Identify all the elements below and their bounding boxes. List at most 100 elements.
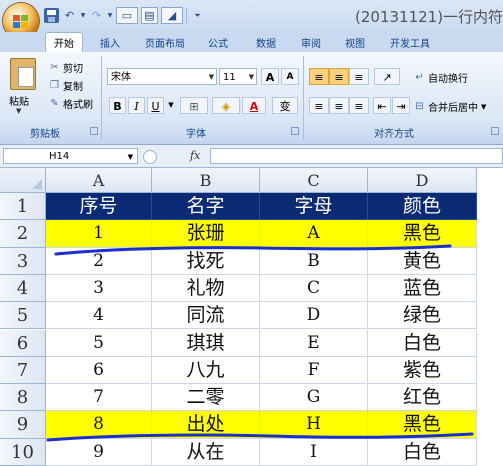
cell-d10[interactable]: 白色 — [368, 438, 477, 466]
cell-a9[interactable]: 8 — [46, 411, 152, 439]
cell-c1[interactable]: 字母 — [260, 193, 368, 221]
cell-d7[interactable]: 紫色 — [368, 356, 477, 385]
tab-home[interactable]: 开始 — [45, 32, 83, 52]
format-painter-button[interactable]: ✎ 格式刷 — [49, 96, 93, 111]
font-launcher-icon[interactable] — [291, 127, 299, 135]
name-box[interactable]: H14 ▼ — [3, 148, 138, 164]
tab-view[interactable]: 视图 — [345, 35, 365, 50]
decrease-indent-button[interactable]: ⇤ — [373, 97, 391, 114]
column-header-c[interactable]: C — [260, 168, 368, 193]
save-icon[interactable] — [44, 8, 59, 23]
cut-button[interactable]: ✂ 剪切 — [49, 60, 83, 75]
row-header-2[interactable]: 2 — [0, 220, 46, 248]
row-header-8[interactable]: 8 — [0, 384, 46, 412]
customize-dropdown-icon[interactable]: ⏷ — [190, 8, 205, 23]
cell-b7[interactable]: 八九 — [152, 356, 260, 385]
align-top-button[interactable]: ≡ — [309, 68, 329, 85]
wrap-text-button[interactable]: ↵ 自动换行 — [414, 70, 468, 85]
underline-button[interactable]: U — [147, 97, 164, 114]
erase-icon[interactable]: ◢ — [161, 7, 183, 24]
cell-c10[interactable]: I — [260, 438, 368, 466]
row-header-9[interactable]: 9 — [0, 411, 46, 439]
undo-dropdown-icon[interactable]: ▼ — [80, 8, 86, 23]
fill-color-button[interactable]: ◈ — [212, 97, 240, 114]
redo-dropdown-icon[interactable]: ▼ — [107, 8, 113, 23]
tab-data[interactable]: 数据 — [256, 35, 276, 50]
clipboard-launcher-icon[interactable] — [90, 127, 98, 135]
paste-button[interactable]: 粘贴 — [9, 93, 29, 108]
cell-c3[interactable]: B — [260, 247, 368, 275]
borders-button[interactable]: ⊞ — [180, 97, 208, 114]
cell-a4[interactable]: 3 — [46, 274, 152, 303]
table-icon[interactable]: ▤ — [141, 7, 158, 24]
cell-b10[interactable]: 从在 — [152, 438, 260, 466]
bold-button[interactable]: B — [109, 97, 126, 114]
cell-d1[interactable]: 颜色 — [368, 193, 477, 221]
paste-dropdown-icon[interactable]: ▼ — [16, 107, 21, 115]
redo-icon[interactable]: ↷ — [89, 8, 104, 23]
tab-review[interactable]: 审阅 — [301, 35, 321, 50]
cell-c9[interactable]: H — [260, 411, 368, 439]
paste-icon[interactable] — [10, 58, 36, 90]
undo-icon[interactable]: ↶ — [62, 8, 77, 23]
cell-d4[interactable]: 蓝色 — [368, 274, 477, 303]
grow-font-button[interactable]: A — [261, 68, 279, 85]
select-all-corner[interactable] — [0, 168, 46, 193]
increase-indent-button[interactable]: ⇥ — [392, 97, 410, 114]
row-header-3[interactable]: 3 — [0, 247, 46, 275]
cell-a1[interactable]: 序号 — [46, 193, 152, 221]
cell-d3[interactable]: 黄色 — [368, 247, 477, 275]
tab-formulas[interactable]: 公式 — [208, 35, 228, 50]
cell-b9[interactable]: 出处 — [152, 411, 260, 439]
tab-page-layout[interactable]: 页面布局 — [145, 35, 185, 50]
font-color-button[interactable]: A — [242, 97, 266, 114]
orientation-button[interactable]: ↗ — [374, 68, 400, 85]
italic-button[interactable]: I — [128, 97, 145, 114]
row-header-6[interactable]: 6 — [0, 329, 46, 357]
cell-a2[interactable]: 1 — [46, 220, 152, 248]
column-header-d[interactable]: D — [368, 168, 477, 193]
underline-dropdown-icon[interactable]: ▼ — [166, 97, 176, 114]
align-right-button[interactable]: ≡ — [349, 97, 369, 114]
cell-b5[interactable]: 同流 — [152, 302, 260, 330]
insert-function-icon[interactable]: fx — [190, 149, 200, 162]
cell-b1[interactable]: 名字 — [152, 193, 260, 221]
row-header-4[interactable]: 4 — [0, 274, 46, 303]
alignment-launcher-icon[interactable] — [491, 127, 499, 135]
cell-c7[interactable]: F — [260, 356, 368, 385]
row-header-7[interactable]: 7 — [0, 356, 46, 385]
tab-insert[interactable]: 插入 — [100, 35, 120, 50]
cell-b4[interactable]: 礼物 — [152, 274, 260, 303]
cell-c8[interactable]: G — [260, 384, 368, 412]
cell-d8[interactable]: 红色 — [368, 384, 477, 412]
tab-developer[interactable]: 开发工具 — [390, 35, 430, 50]
cell-d2[interactable]: 黑色 — [368, 220, 477, 248]
shrink-font-button[interactable]: A — [281, 68, 299, 85]
align-bottom-button[interactable]: ≡ — [349, 68, 369, 85]
font-name-combo[interactable]: 宋体 ▼ — [107, 68, 217, 85]
cell-d9[interactable]: 黑色 — [368, 411, 477, 439]
cell-a5[interactable]: 4 — [46, 302, 152, 330]
cell-b3[interactable]: 找死 — [152, 247, 260, 275]
cell-b6[interactable]: 琪琪 — [152, 329, 260, 357]
row-header-10[interactable]: 10 — [0, 438, 46, 466]
cell-a3[interactable]: 2 — [46, 247, 152, 275]
cell-c5[interactable]: D — [260, 302, 368, 330]
cell-d6[interactable]: 白色 — [368, 329, 477, 357]
cell-a6[interactable]: 5 — [46, 329, 152, 357]
cell-c2[interactable]: A — [260, 220, 368, 248]
form-icon[interactable]: ▭ — [116, 7, 138, 24]
cell-a10[interactable]: 9 — [46, 438, 152, 466]
cell-c4[interactable]: C — [260, 274, 368, 303]
row-header-1[interactable]: 1 — [0, 193, 46, 221]
row-header-5[interactable]: 5 — [0, 302, 46, 330]
align-center-button[interactable]: ≡ — [329, 97, 349, 114]
copy-button[interactable]: ❐ 复制 — [49, 78, 83, 93]
cell-a7[interactable]: 6 — [46, 356, 152, 385]
cell-a8[interactable]: 7 — [46, 384, 152, 412]
align-middle-button[interactable]: ≡ — [329, 68, 349, 85]
cell-b2[interactable]: 张珊 — [152, 220, 260, 248]
formula-input[interactable] — [210, 148, 503, 164]
formula-bar-resize-handle[interactable] — [143, 150, 157, 164]
column-header-a[interactable]: A — [46, 168, 152, 193]
